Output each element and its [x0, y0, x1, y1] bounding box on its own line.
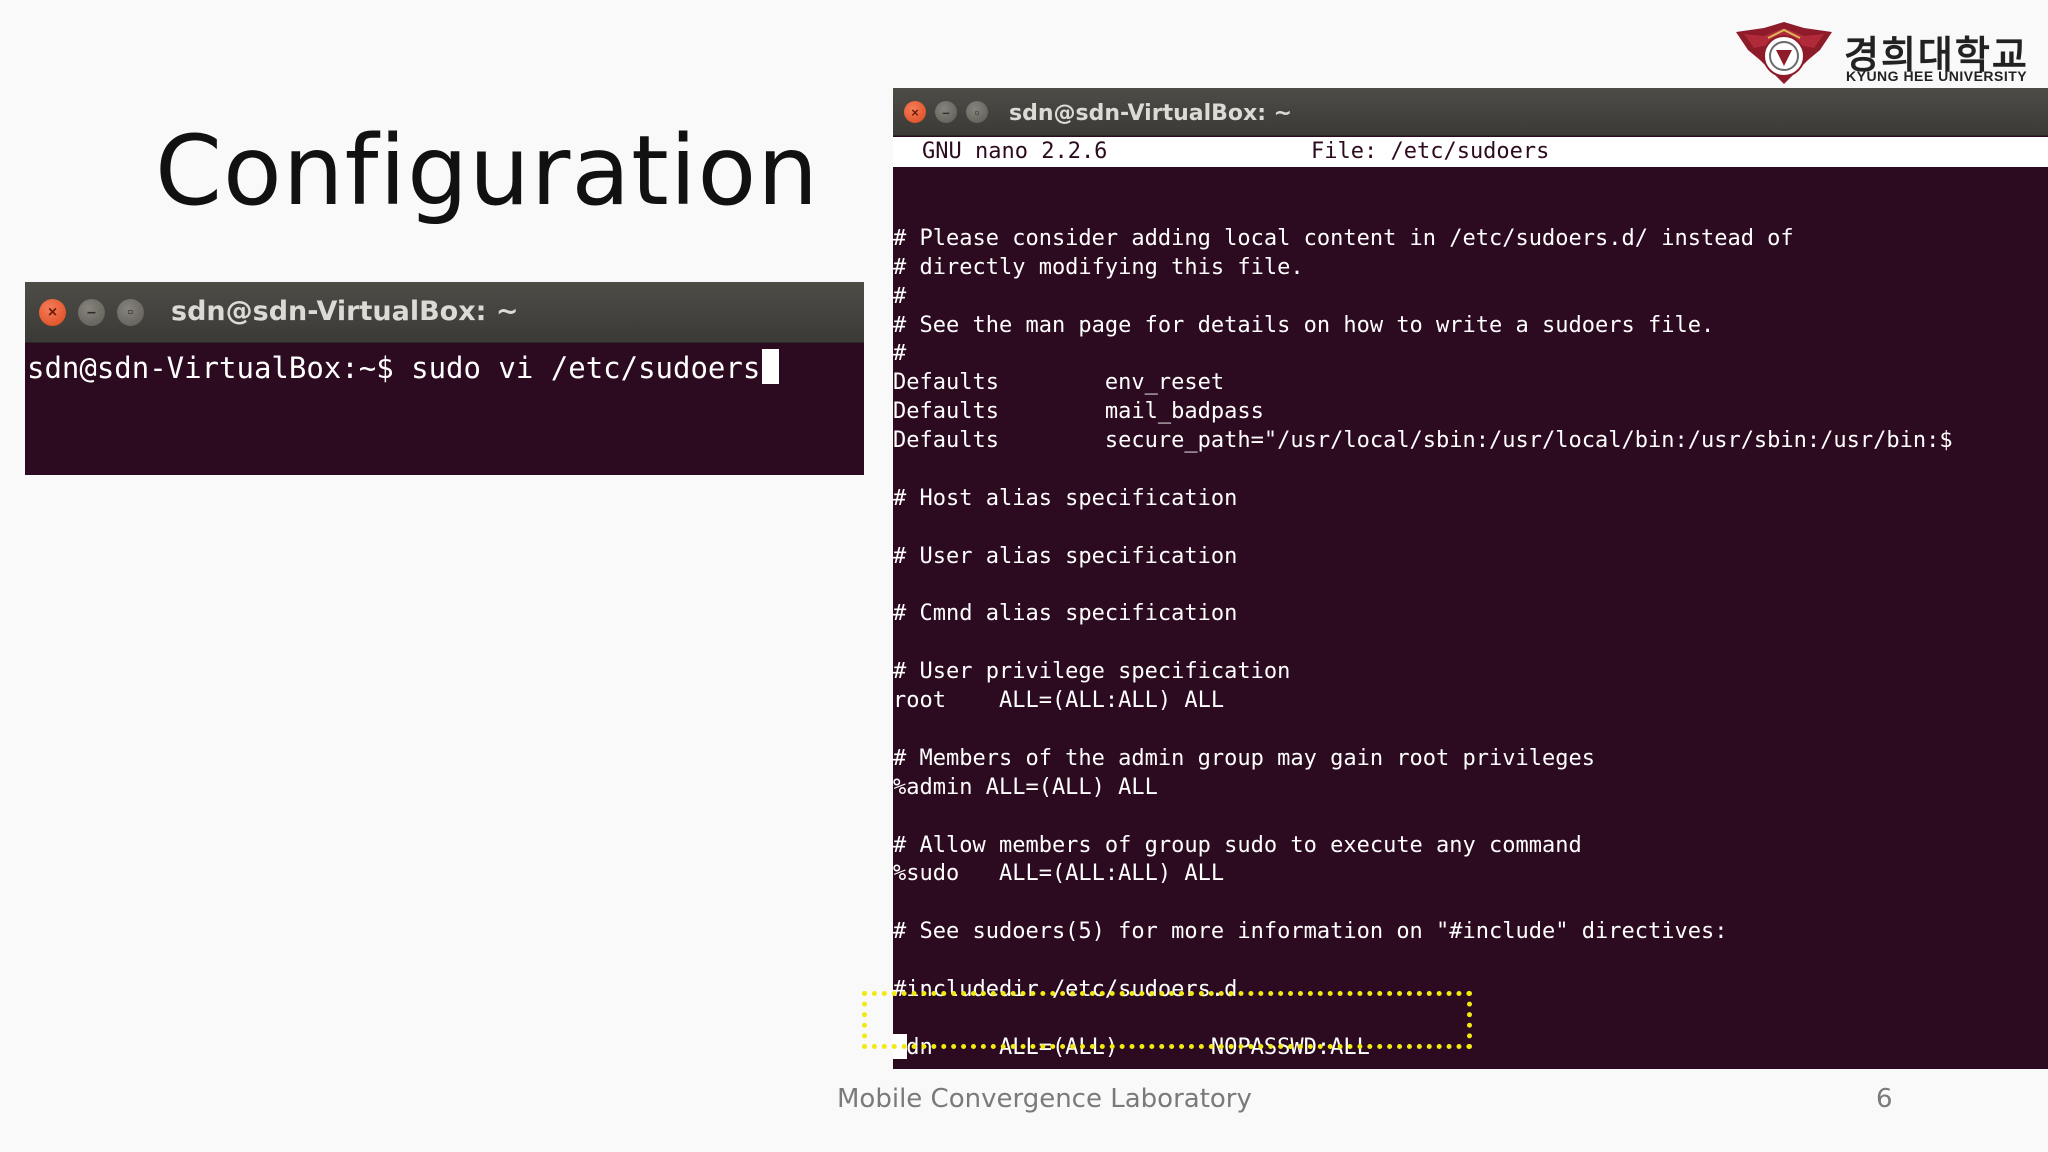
- nano-version: GNU nano 2.2.6: [922, 139, 1108, 164]
- file-line: # User privilege specification: [893, 659, 1291, 685]
- file-line: # Cmnd alias specification: [893, 601, 1238, 627]
- file-line: %sudo ALL=(ALL:ALL) ALL: [893, 861, 1225, 887]
- close-icon[interactable]: ×: [904, 101, 926, 123]
- nano-header-bar: GNU nano 2.2.6 File: /etc/sudoers: [893, 137, 2048, 167]
- file-line: Defaults env_reset: [893, 370, 1225, 396]
- file-line: [893, 803, 2048, 832]
- file-line: [893, 629, 2048, 658]
- file-line: [893, 889, 2048, 918]
- close-icon[interactable]: ×: [39, 299, 66, 326]
- terminal-title: sdn@sdn-VirtualBox: ~: [1009, 101, 1293, 126]
- command-text: sdn@sdn-VirtualBox:~$ sudo vi /etc/sudoe…: [27, 351, 761, 385]
- file-line: [893, 572, 2048, 601]
- terminal-titlebar[interactable]: × – ▫ sdn@sdn-VirtualBox: ~: [25, 282, 864, 343]
- terminal-cursor: [762, 349, 780, 384]
- file-line: # Allow members of group sudo to execute…: [893, 832, 1582, 858]
- terminal-titlebar[interactable]: × – ▫ sdn@sdn-VirtualBox: ~: [893, 88, 2048, 136]
- university-logo: 경희대학교 KYUNG HEE UNIVERSITY: [1734, 20, 2034, 90]
- maximize-icon[interactable]: ▫: [117, 299, 144, 326]
- file-line: # Host alias specification: [893, 485, 1238, 511]
- logo-english-text: KYUNG HEE UNIVERSITY: [1846, 68, 2028, 84]
- file-line: Defaults secure_path="/usr/local/sbin:/u…: [893, 428, 1953, 454]
- page-number: 6: [1876, 1084, 1893, 1114]
- minimize-icon[interactable]: –: [78, 299, 105, 326]
- file-line: Defaults mail_badpass: [893, 399, 1264, 425]
- maximize-icon[interactable]: ▫: [966, 101, 988, 123]
- file-line: root ALL=(ALL:ALL) ALL: [893, 688, 1225, 714]
- file-line: #: [893, 283, 907, 309]
- small-terminal-window[interactable]: × – ▫ sdn@sdn-VirtualBox: ~ sdn@sdn-Virt…: [25, 282, 864, 475]
- file-line: # See the man page for details on how to…: [893, 312, 1715, 338]
- terminal-command-line[interactable]: sdn@sdn-VirtualBox:~$ sudo vi /etc/sudoe…: [27, 348, 780, 388]
- footer-text: Mobile Convergence Laboratory: [837, 1084, 1252, 1114]
- file-line: # Please consider adding local content i…: [893, 225, 1794, 251]
- kyung-hee-emblem-icon: [1736, 22, 1832, 84]
- nano-terminal-window[interactable]: × – ▫ sdn@sdn-VirtualBox: ~ GNU nano 2.2…: [893, 88, 2048, 1069]
- file-line: [893, 716, 2048, 745]
- file-line: # directly modifying this file.: [893, 254, 1304, 280]
- nano-file-label: File: /etc/sudoers: [1311, 139, 1550, 164]
- file-line: [893, 196, 2048, 225]
- terminal-title: sdn@sdn-VirtualBox: ~: [171, 296, 519, 327]
- file-line: # See sudoers(5) for more information on…: [893, 919, 1728, 945]
- file-line: [893, 947, 2048, 976]
- file-line: [893, 456, 2048, 485]
- file-line: #: [893, 341, 907, 367]
- highlight-box: [862, 991, 1472, 1049]
- slide-title: Configuration: [155, 115, 820, 227]
- file-line: # User alias specification: [893, 543, 1238, 569]
- minimize-icon[interactable]: –: [935, 101, 957, 123]
- sudoers-file-content[interactable]: # Please consider adding local content i…: [893, 196, 2048, 1063]
- file-line: [893, 514, 2048, 543]
- file-line: %admin ALL=(ALL) ALL: [893, 774, 1158, 800]
- file-line: # Members of the admin group may gain ro…: [893, 745, 1595, 771]
